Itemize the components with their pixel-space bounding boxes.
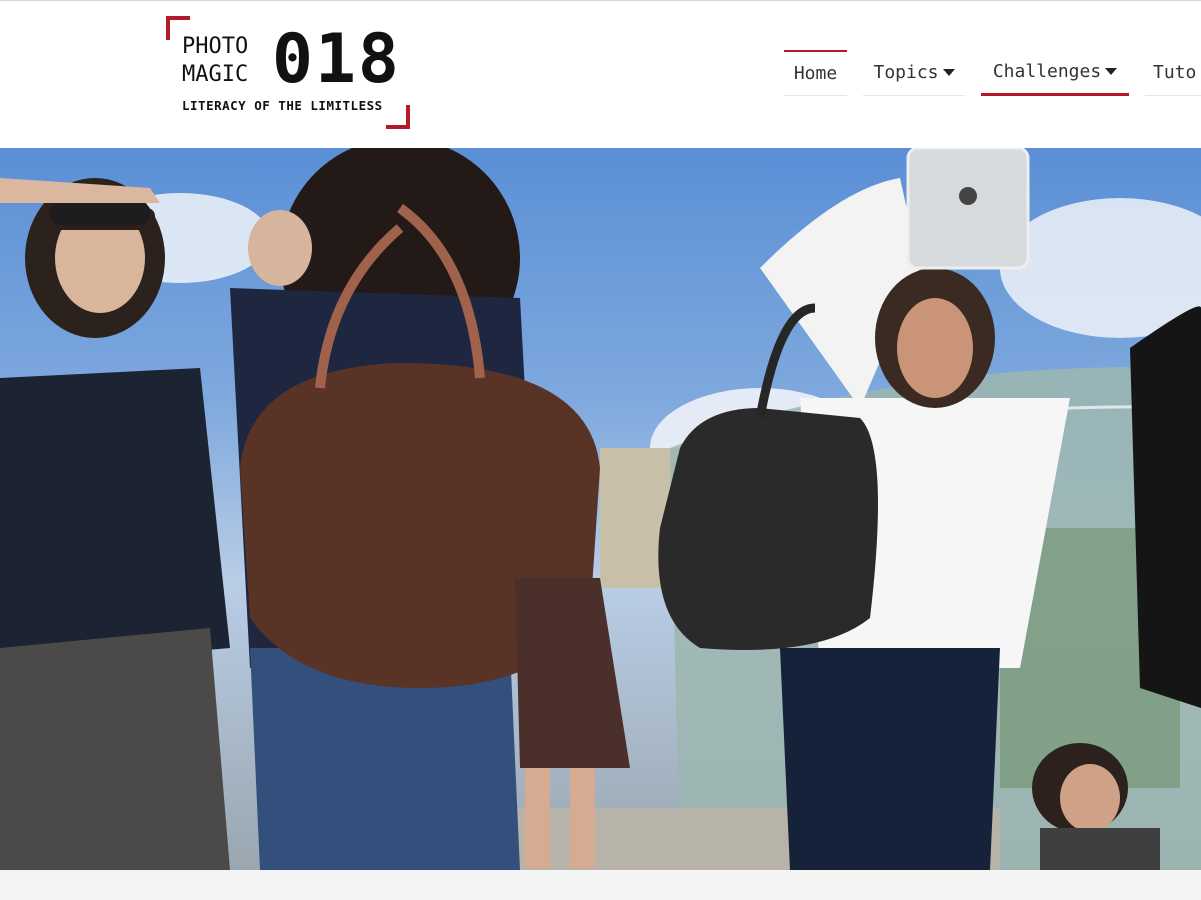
logo-word-magic: MAGIC bbox=[182, 62, 249, 87]
logo-bracket-bottom-right bbox=[386, 105, 410, 129]
nav-topics-label: Topics bbox=[873, 62, 939, 83]
caret-down-icon bbox=[942, 69, 955, 76]
nav-home[interactable]: Home bbox=[784, 50, 847, 96]
site-logo[interactable]: PHOTO MAGIC 018 LITERACY OF THE LIMITLES… bbox=[166, 16, 410, 129]
logo-word-photo: PHOTO bbox=[182, 34, 249, 59]
nav-tutorials-label: Tuto bbox=[1153, 62, 1197, 83]
site-header: PHOTO MAGIC 018 LITERACY OF THE LIMITLES… bbox=[0, 1, 1201, 148]
hero-photo-illustration bbox=[0, 148, 1201, 870]
caret-down-icon bbox=[1105, 68, 1118, 75]
nav-topics-dropdown[interactable]: Topics bbox=[863, 50, 965, 96]
nav-challenges-label: Challenges bbox=[992, 61, 1102, 82]
content-start-band bbox=[0, 870, 1201, 900]
main-nav: Home Topics Challenges Tuto bbox=[784, 50, 1201, 100]
hero-image bbox=[0, 148, 1201, 870]
nav-challenges-dropdown[interactable]: Challenges bbox=[981, 50, 1129, 96]
logo-tagline: LITERACY OF THE LIMITLESS bbox=[182, 98, 383, 113]
nav-tutorials[interactable]: Tuto bbox=[1145, 50, 1201, 96]
logo-number: 018 bbox=[272, 20, 401, 99]
nav-home-label: Home bbox=[793, 63, 838, 84]
